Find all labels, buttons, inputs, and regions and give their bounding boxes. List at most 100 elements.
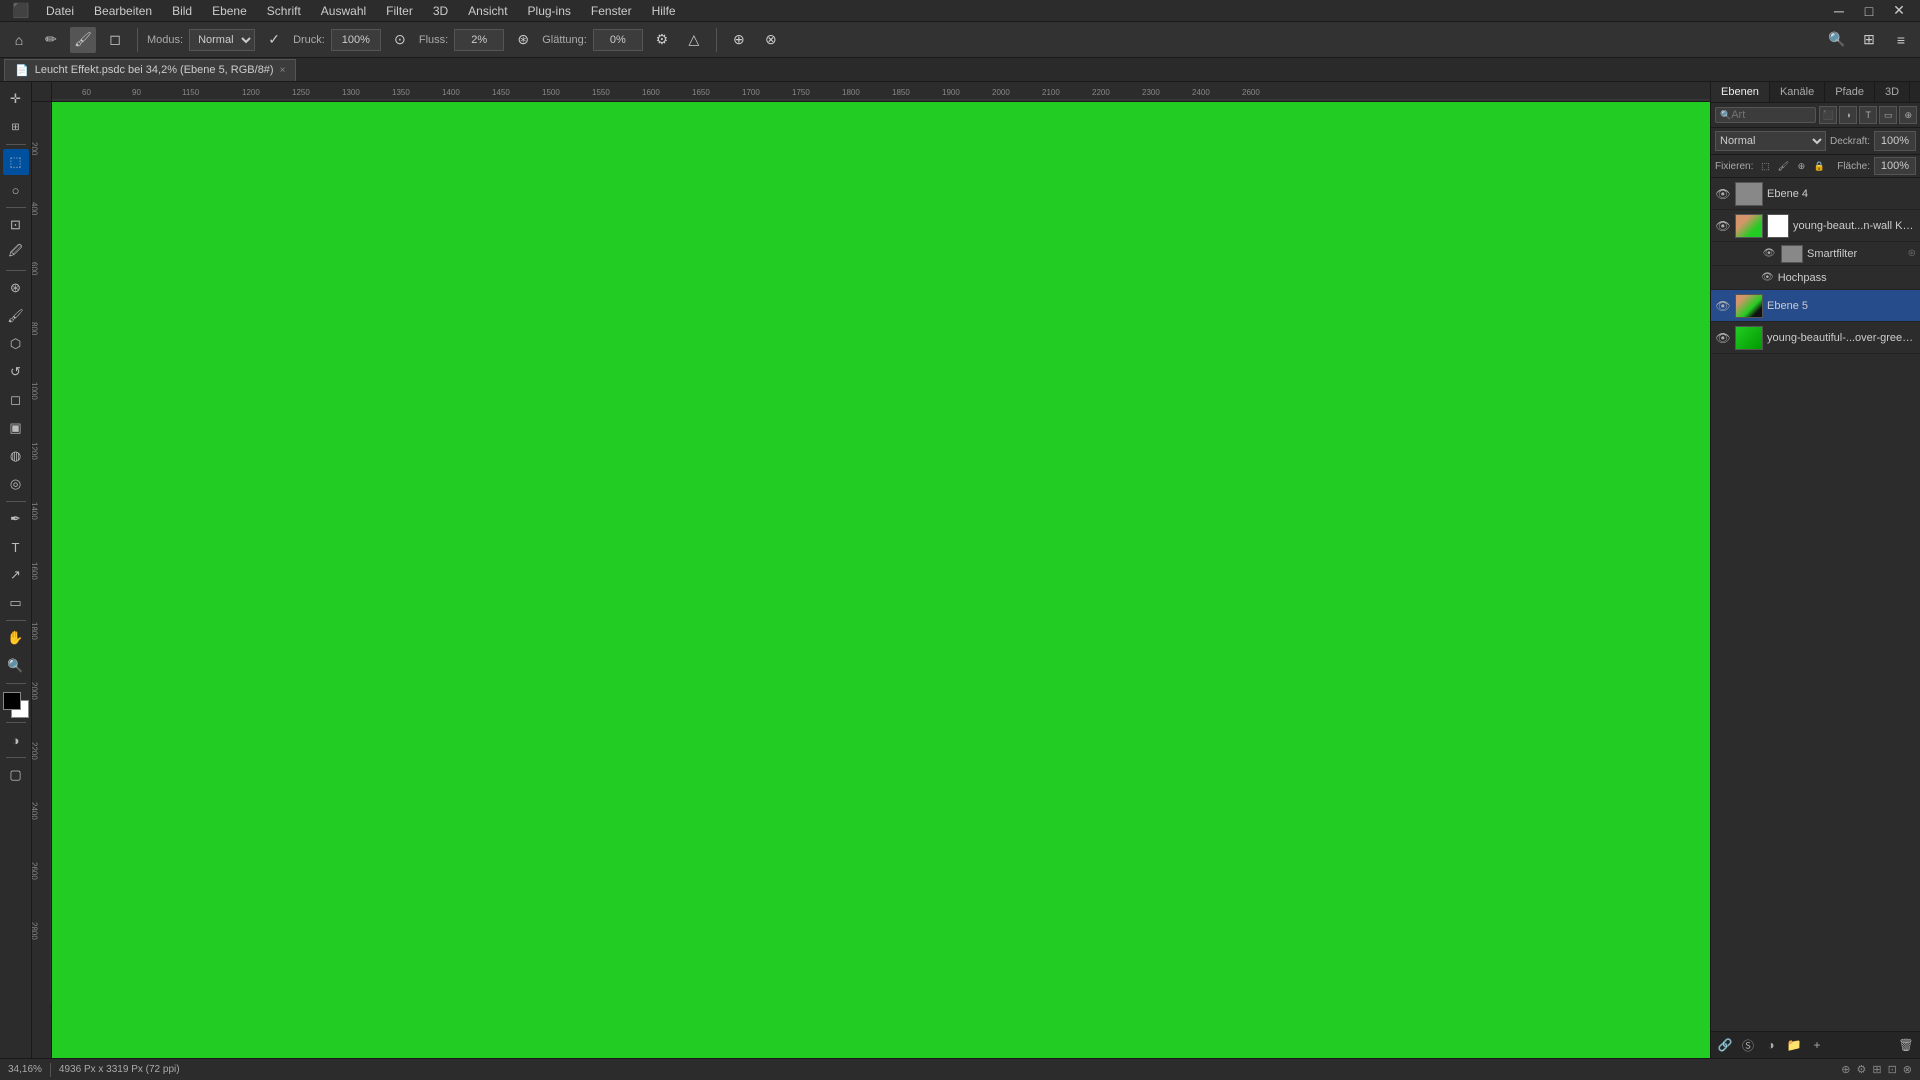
brush-btn[interactable]: 🖌 xyxy=(70,27,96,53)
move-tool[interactable]: ✛ xyxy=(3,86,29,112)
eraser-btn[interactable]: ◻ xyxy=(102,27,128,53)
tab-kanale[interactable]: Kanäle xyxy=(1770,82,1825,102)
filter-shape-btn[interactable]: ▭ xyxy=(1879,106,1897,124)
layer-visibility-ebene5[interactable]: 👁 xyxy=(1715,298,1731,314)
dodge-tool[interactable]: ◎ xyxy=(3,471,29,497)
link-layers-btn[interactable]: 🔗 xyxy=(1715,1035,1735,1055)
layer-item-young-wall-copy[interactable]: 👁 young-beaut...n-wall Kopie xyxy=(1711,210,1920,242)
brush-tool[interactable]: 🖌 xyxy=(3,303,29,329)
angle-icon[interactable]: △ xyxy=(681,27,707,53)
druck-input[interactable] xyxy=(331,29,381,51)
tab-close-btn[interactable]: × xyxy=(280,65,286,76)
path-select-tool[interactable]: ↗ xyxy=(3,562,29,588)
canvas-content[interactable] xyxy=(52,102,1710,1058)
layer-visibility-young-green[interactable]: 👁 xyxy=(1715,330,1731,346)
shape-tool[interactable]: ▭ xyxy=(3,590,29,616)
arrange-icon[interactable]: ≡ xyxy=(1888,27,1914,53)
menu-ansicht[interactable]: Ansicht xyxy=(460,2,515,20)
quick-mask-btn[interactable]: ◑ xyxy=(3,727,29,753)
crop-tool[interactable]: ⊡ xyxy=(3,212,29,238)
filter-text-btn[interactable]: T xyxy=(1859,106,1877,124)
layer-visibility-ebene4[interactable]: 👁 xyxy=(1715,186,1731,202)
brush-small-btn[interactable]: ✏ xyxy=(38,27,64,53)
layer-item-young-green[interactable]: 👁 young-beautiful-...over-green-wall xyxy=(1711,322,1920,354)
close-btn[interactable]: ✕ xyxy=(1886,0,1912,24)
svg-text:1000: 1000 xyxy=(32,382,39,400)
tab-ebenen[interactable]: Ebenen xyxy=(1711,82,1770,102)
fill-input[interactable] xyxy=(1874,157,1916,175)
text-tool[interactable]: T xyxy=(3,534,29,560)
eraser-tool[interactable]: ◻ xyxy=(3,387,29,413)
tab-3d[interactable]: 3D xyxy=(1875,82,1910,102)
delete-layer-btn[interactable]: 🗑 xyxy=(1896,1035,1916,1055)
healing-brush-tool[interactable]: ⊛ xyxy=(3,275,29,301)
home-btn[interactable]: ⌂ xyxy=(6,27,32,53)
opacity-input[interactable] xyxy=(1874,131,1916,151)
extra-btn[interactable]: ⊗ xyxy=(758,27,784,53)
rectangle-select-tool[interactable]: ⬚ xyxy=(3,149,29,175)
menu-hilfe[interactable]: Hilfe xyxy=(644,2,684,20)
glattung-input[interactable] xyxy=(593,29,643,51)
pen-tool[interactable]: ✒ xyxy=(3,506,29,532)
druck-icon[interactable]: ⊙ xyxy=(387,27,413,53)
check-icon[interactable]: ✓ xyxy=(261,27,287,53)
lock-transparent-btn[interactable]: ⬚ xyxy=(1757,158,1773,174)
layer-visibility-young-wall-copy[interactable]: 👁 xyxy=(1715,218,1731,234)
hochpass-item[interactable]: 👁 Hochpass xyxy=(1711,266,1920,290)
menu-schrift[interactable]: Schrift xyxy=(259,2,309,20)
menu-datei[interactable]: Datei xyxy=(38,2,82,20)
filter-pixel-btn[interactable]: ⬛ xyxy=(1819,106,1837,124)
fluss-input[interactable] xyxy=(454,29,504,51)
layer-item-ebene4[interactable]: 👁 Ebene 4 xyxy=(1711,178,1920,210)
layers-search[interactable]: 🔍 xyxy=(1715,107,1816,123)
filter-smartobj-btn[interactable]: ⊕ xyxy=(1899,106,1917,124)
smartfilter-item[interactable]: 👁 Smartfilter ⊛ xyxy=(1711,242,1920,266)
zoom-tool[interactable]: 🔍 xyxy=(3,653,29,679)
new-group-btn[interactable]: 📁 xyxy=(1784,1035,1804,1055)
menu-bild[interactable]: Bild xyxy=(164,2,200,20)
search-icon[interactable]: 🔍 xyxy=(1824,27,1850,53)
hochpass-visibility[interactable]: 👁 xyxy=(1761,272,1774,283)
foreground-color[interactable] xyxy=(3,692,21,710)
menubar: ⬛ Datei Bearbeiten Bild Ebene Schrift Au… xyxy=(0,0,1920,22)
menu-filter[interactable]: Filter xyxy=(378,2,421,20)
lock-all-btn[interactable]: 🔒 xyxy=(1811,158,1827,174)
add-style-btn[interactable]: Ⓢ xyxy=(1738,1035,1758,1055)
file-tab[interactable]: 📄 Leucht Effekt.psdc bei 34,2% (Ebene 5,… xyxy=(4,59,296,81)
eyedropper-tool[interactable]: 🖉 xyxy=(3,240,29,266)
menu-auswahl[interactable]: Auswahl xyxy=(313,2,374,20)
menu-fenster[interactable]: Fenster xyxy=(583,2,640,20)
new-layer-btn[interactable]: + xyxy=(1807,1035,1827,1055)
maximize-btn[interactable]: □ xyxy=(1856,0,1882,24)
screen-mode-btn[interactable]: ▢ xyxy=(3,762,29,788)
filter-adjustment-btn[interactable]: ◑ xyxy=(1839,106,1857,124)
hand-tool[interactable]: ✋ xyxy=(3,625,29,651)
color-picker[interactable] xyxy=(3,692,29,718)
add-mask-btn[interactable]: ◑ xyxy=(1761,1035,1781,1055)
modus-select[interactable]: Normal xyxy=(189,29,255,51)
menu-plugins[interactable]: Plug-ins xyxy=(520,2,579,20)
symmetry-btn[interactable]: ⊕ xyxy=(726,27,752,53)
artboard-tool[interactable]: ⊞ xyxy=(3,114,29,140)
stamp-tool[interactable]: ⬡ xyxy=(3,331,29,357)
canvas-area[interactable]: 60 90 1150 1200 1250 1300 1350 1400 1450… xyxy=(32,82,1710,1058)
smartfilter-visibility[interactable]: 👁 xyxy=(1761,246,1777,262)
menu-bearbeiten[interactable]: Bearbeiten xyxy=(86,2,160,20)
gradient-tool[interactable]: ▣ xyxy=(3,415,29,441)
ps-logo[interactable]: ⬛ xyxy=(8,0,34,24)
blend-mode-select[interactable]: Normal xyxy=(1715,131,1826,151)
menu-3d[interactable]: 3D xyxy=(425,2,456,20)
tab-pfade[interactable]: Pfade xyxy=(1825,82,1875,102)
search2-icon[interactable]: ⊞ xyxy=(1856,27,1882,53)
layers-search-input[interactable] xyxy=(1731,109,1811,121)
blur-tool[interactable]: ◍ xyxy=(3,443,29,469)
lock-position-btn[interactable]: ⊕ xyxy=(1793,158,1809,174)
minimize-btn[interactable]: ─ xyxy=(1826,0,1852,24)
gear-icon[interactable]: ⚙ xyxy=(649,27,675,53)
lock-pixels-btn[interactable]: 🖌 xyxy=(1775,158,1791,174)
airbrush-btn[interactable]: ⊛ xyxy=(510,27,536,53)
lasso-tool[interactable]: ○ xyxy=(3,177,29,203)
history-brush-tool[interactable]: ↺ xyxy=(3,359,29,385)
menu-ebene[interactable]: Ebene xyxy=(204,2,255,20)
layer-item-ebene5[interactable]: 👁 Ebene 5 xyxy=(1711,290,1920,322)
